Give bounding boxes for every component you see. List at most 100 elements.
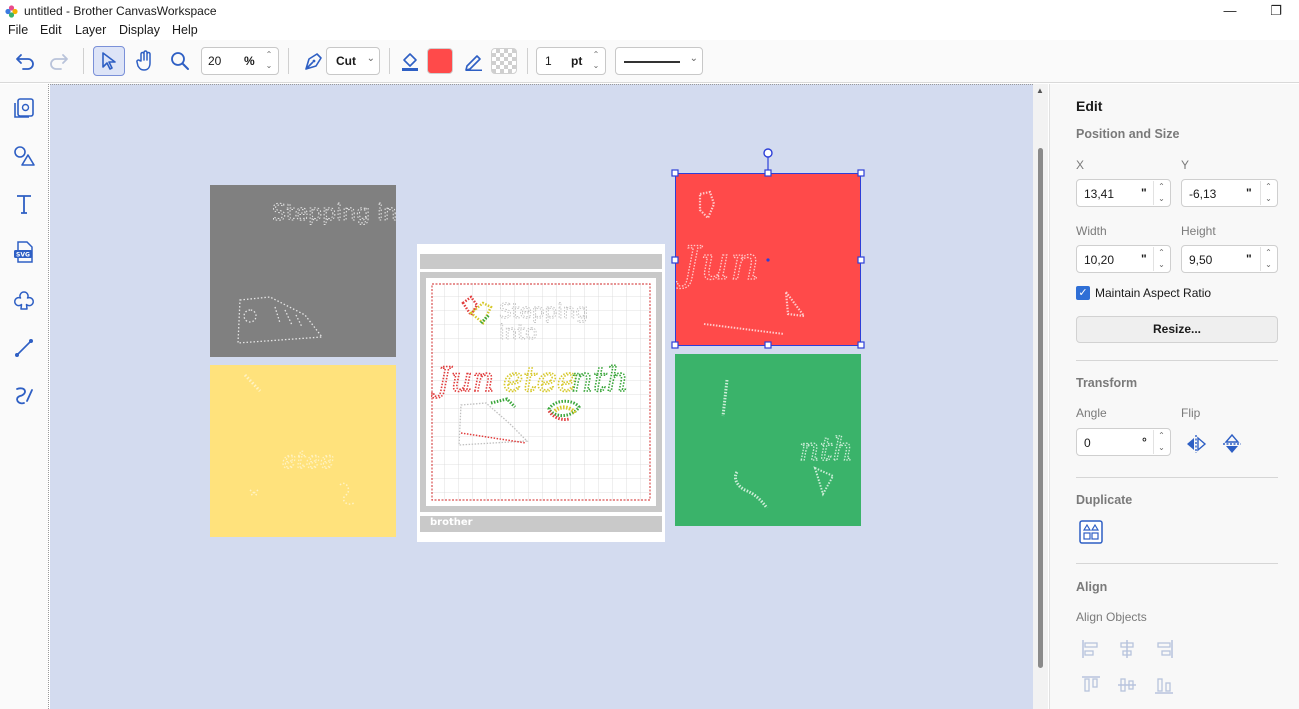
mat-preview[interactable]: Stepping into Jun etee nth brother	[417, 244, 665, 542]
maintain-aspect-checkbox[interactable]: ✓	[1076, 286, 1090, 300]
y-stepper[interactable]: ⌃ ⌄	[1260, 181, 1276, 205]
align-heading: Align	[1076, 580, 1108, 594]
line-width-input[interactable]: 1 pt ⌃ ⌄	[536, 47, 606, 75]
line-width-stepper[interactable]: ⌃ ⌄	[589, 49, 603, 73]
shape-library-button[interactable]	[9, 285, 39, 315]
text-tool-button[interactable]	[9, 189, 39, 219]
align-top-icon[interactable]	[1080, 674, 1102, 696]
green-panel-art: nth	[721, 379, 854, 509]
align-bottom-icon[interactable]	[1153, 674, 1175, 696]
zoom-tool-button[interactable]	[164, 46, 196, 76]
align-left-icon[interactable]	[1080, 638, 1102, 660]
menu-layer[interactable]: Layer	[75, 23, 106, 37]
tool-mode-select[interactable]: Cut ⌄	[326, 47, 380, 75]
y-label: Y	[1181, 158, 1190, 172]
align-center-icon[interactable]	[1116, 638, 1138, 660]
chevron-down-icon: ⌄	[689, 53, 698, 64]
width-input[interactable]: 10,20 " ⌃ ⌄	[1076, 245, 1171, 273]
menu-edit[interactable]: Edit	[40, 23, 62, 37]
pattern-library-button[interactable]	[9, 93, 39, 123]
angle-value: 0	[1084, 436, 1091, 450]
x-stepper[interactable]: ⌃ ⌄	[1153, 181, 1169, 205]
left-toolbar: SVG	[0, 84, 49, 709]
fill-bucket-icon	[402, 53, 418, 71]
line-tool-button[interactable]	[9, 333, 39, 363]
zoom-value: 20	[208, 54, 222, 68]
line-width-unit: pt	[571, 54, 583, 68]
y-position-input[interactable]: -6,13 " ⌃ ⌄	[1181, 179, 1278, 207]
mat-word-3: nth	[571, 360, 628, 400]
mat-word-2: etee	[503, 360, 577, 400]
flip-horizontal-icon[interactable]	[1185, 433, 1207, 455]
line-style-select[interactable]: ⌄	[615, 47, 703, 75]
gray-panel[interactable]: Stepping into	[210, 185, 420, 357]
width-stepper[interactable]: ⌃ ⌄	[1153, 247, 1169, 271]
pen-nib-icon	[305, 53, 322, 70]
x-position-input[interactable]: 13,41 " ⌃ ⌄	[1076, 179, 1171, 207]
shapes-button[interactable]	[9, 141, 39, 171]
height-input[interactable]: 9,50 " ⌃ ⌄	[1181, 245, 1278, 273]
design-canvas[interactable]: Stepping into etee Stepping into Jun e	[50, 84, 1033, 709]
pattern-library-icon	[14, 98, 34, 118]
yellow-panel-art: etee	[243, 373, 355, 505]
duplicate-heading: Duplicate	[1076, 493, 1133, 507]
shapes-icon	[14, 146, 35, 166]
line-color-tool-button[interactable]	[458, 46, 490, 76]
angle-unit: °	[1142, 435, 1147, 449]
align-objects-label: Align Objects	[1076, 610, 1147, 624]
height-value: 9,50	[1189, 253, 1213, 267]
edit-panel: Edit Position and Size X Y 13,41 " ⌃ ⌄ -6…	[1049, 84, 1299, 709]
svg-text:SVG: SVG	[16, 252, 30, 259]
duplicate-icon[interactable]	[1079, 520, 1103, 544]
pan-tool-button[interactable]	[129, 46, 161, 76]
solid-line-preview	[624, 61, 680, 63]
freehand-tool-button[interactable]	[9, 381, 39, 411]
menu-file[interactable]: File	[8, 23, 28, 37]
zoom-stepper[interactable]: ⌃ ⌄	[262, 49, 276, 73]
yellow-panel[interactable]: etee	[210, 365, 396, 537]
fill-color-swatch[interactable]	[427, 48, 453, 74]
position-size-heading: Position and Size	[1076, 127, 1180, 141]
pointer-icon	[102, 52, 116, 70]
y-value: -6,13	[1189, 187, 1217, 201]
height-unit: "	[1246, 252, 1252, 266]
pencil-icon	[465, 55, 482, 71]
menu-bar: File Edit Layer Display Help	[0, 23, 1299, 40]
svg-import-button[interactable]: SVG	[9, 237, 39, 267]
minimize-button[interactable]: —	[1207, 0, 1253, 23]
window-title: untitled - Brother CanvasWorkspace	[24, 4, 217, 18]
zoom-level-input[interactable]: 20 % ⌃ ⌄	[201, 47, 279, 75]
width-value: 10,20	[1084, 253, 1115, 267]
gray-panel-art: Stepping into	[237, 201, 420, 344]
line-color-swatch[interactable]	[491, 48, 517, 74]
gray-panel-text: Stepping into	[272, 201, 396, 226]
undo-icon	[16, 54, 34, 70]
height-label: Height	[1181, 224, 1216, 238]
maximize-button[interactable]: ❐	[1253, 0, 1299, 23]
select-tool-button[interactable]	[93, 46, 125, 76]
height-stepper[interactable]: ⌃ ⌄	[1260, 247, 1276, 271]
flip-label: Flip	[1181, 406, 1201, 420]
menu-help[interactable]: Help	[172, 23, 198, 37]
app-logo-icon	[5, 5, 18, 18]
selection-handles[interactable]	[665, 143, 875, 353]
resize-button[interactable]: Resize...	[1076, 316, 1278, 343]
redo-icon	[50, 54, 68, 70]
angle-stepper[interactable]: ⌃ ⌄	[1153, 430, 1169, 454]
align-middle-icon[interactable]	[1116, 674, 1138, 696]
canvas-scrollbar[interactable]: ▲	[1033, 84, 1048, 709]
scroll-up-arrow-icon[interactable]: ▲	[1036, 86, 1044, 95]
scroll-thumb[interactable]	[1038, 148, 1043, 668]
mat-line2: into	[499, 320, 537, 344]
undo-button[interactable]	[9, 46, 41, 76]
redo-button[interactable]	[43, 46, 75, 76]
angle-input[interactable]: 0 ° ⌃ ⌄	[1076, 428, 1171, 456]
fill-tool-button[interactable]	[394, 46, 426, 76]
green-panel[interactable]: nth	[675, 354, 861, 526]
menu-display[interactable]: Display	[119, 23, 160, 37]
magnifier-icon	[171, 52, 189, 70]
flip-vertical-icon[interactable]	[1221, 433, 1243, 455]
align-right-icon[interactable]	[1153, 638, 1175, 660]
freehand-curve-icon	[16, 387, 33, 405]
svg-file-icon: SVG	[14, 241, 33, 263]
